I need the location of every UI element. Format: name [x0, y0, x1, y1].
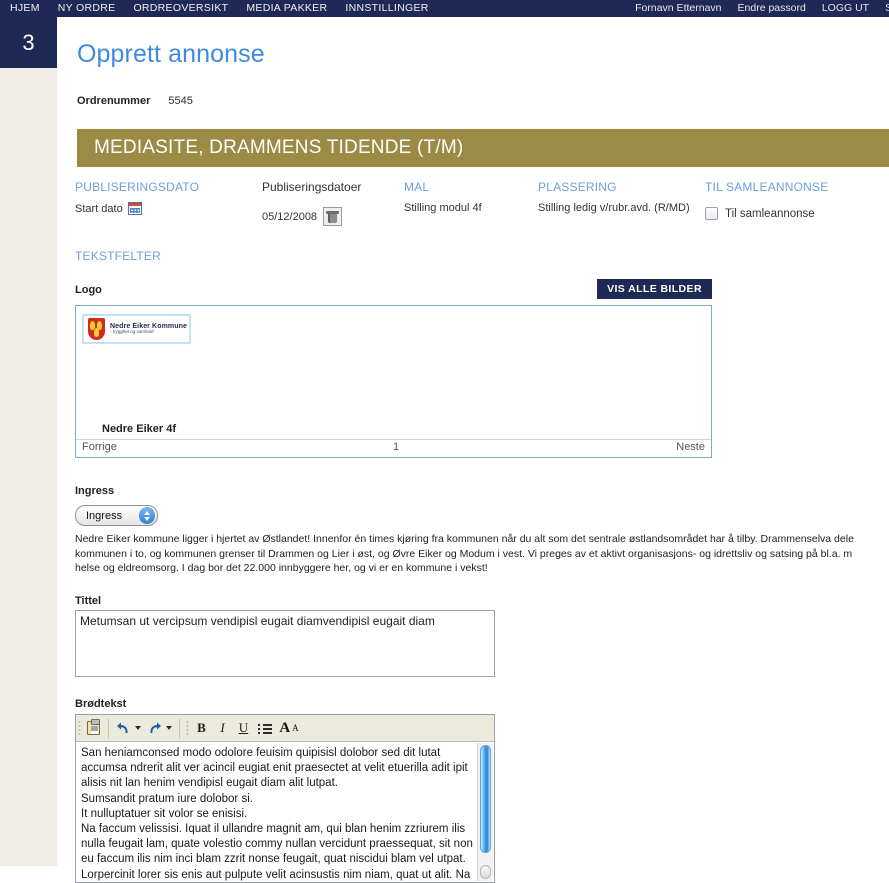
editor-toolbar: B I U AA — [76, 715, 494, 742]
step-number-badge: 3 — [22, 29, 35, 55]
calendar-icon[interactable] — [127, 202, 142, 215]
font-size-icon[interactable]: AA — [275, 718, 303, 739]
logo-label: Logo — [75, 284, 102, 296]
publiseringsdato-entry: 05/12/2008 — [262, 207, 343, 226]
italic-icon[interactable]: I — [212, 718, 233, 739]
plassering-value: Stilling ledig v/rubr.avd. (R/MD) — [538, 202, 690, 214]
meta-col-publiseringsdato: PUBLISERINGSDATO Start dato — [75, 180, 199, 215]
nav-ordreoversikt[interactable]: ORDREOVERSIKT — [124, 0, 237, 17]
mediasite-banner-text: MEDIASITE, DRAMMENS TIDENDE (T/M) — [94, 137, 464, 158]
meta-col-plassering: PLASSERING Stilling ledig v/rubr.avd. (R… — [538, 180, 690, 214]
order-number-label: Ordrenummer — [77, 95, 151, 107]
top-navigation-bar: HJEM NY ORDRE ORDREOVERSIKT MEDIA PAKKER… — [0, 0, 889, 17]
ingress-select[interactable]: Ingress — [75, 505, 158, 526]
plassering-heading: PLASSERING — [538, 180, 617, 194]
mal-heading: MAL — [404, 180, 430, 194]
samleannonse-heading: TIL SAMLEANNONSE — [705, 180, 829, 194]
page-title: Opprett annonse — [77, 40, 265, 68]
undo-icon[interactable] — [113, 718, 134, 739]
publiseringsdato-heading: PUBLISERINGSDATO — [75, 180, 200, 194]
italic-label: I — [220, 720, 225, 735]
nav-hjem[interactable]: HJEM — [0, 0, 49, 17]
logo-next-link[interactable]: Neste — [676, 441, 705, 453]
nav-overflow-item[interactable]: SI — [877, 0, 889, 17]
bullet-list-icon[interactable] — [254, 718, 275, 739]
font-size-big-label: A — [279, 719, 291, 736]
chevron-updown-icon[interactable] — [139, 507, 155, 524]
order-meta-row: PUBLISERINGSDATO Start dato Publiserings… — [75, 180, 887, 238]
logo-prev-link[interactable]: Forrige — [82, 441, 117, 453]
logo-thumbnail-line2: - trygghet og samhold — [110, 329, 154, 335]
brodtekst-body-text[interactable]: San heniamconsed modo odolore feuisim qu… — [76, 743, 494, 882]
vis-alle-bilder-button[interactable]: VIS ALLE BILDER — [597, 279, 712, 299]
underline-icon[interactable]: U — [233, 718, 254, 739]
nav-ny-ordre[interactable]: NY ORDRE — [49, 0, 125, 17]
editor-scroll-down-button[interactable] — [480, 865, 491, 879]
change-password-link[interactable]: Endre passord — [730, 0, 814, 17]
editor-scrollbar-thumb[interactable] — [480, 745, 491, 853]
logo-caption: Nedre Eiker 4f — [102, 423, 176, 435]
bold-label: B — [197, 720, 206, 735]
tittel-input[interactable] — [75, 610, 495, 677]
font-size-small-label: A — [292, 722, 299, 733]
nav-innstillinger[interactable]: INNSTILLINGER — [336, 0, 437, 17]
publiseringsdato-value: 05/12/2008 — [262, 210, 318, 223]
brodtekst-editor: B I U AA San heniamconsed modo odolore f… — [75, 714, 495, 883]
top-nav-right-group: Fornavn Etternavn Endre passord LOGG UT … — [627, 0, 889, 17]
bold-icon[interactable]: B — [191, 718, 212, 739]
main-content: Opprett annonse Ordrenummer 5545 MEDIASIT… — [57, 17, 889, 883]
tittel-label: Tittel — [75, 595, 102, 607]
meta-col-publiseringsdatoer: Publiseringsdatoer 05/12/2008 — [262, 180, 362, 226]
tekstfelter-heading: TEKSTFELTER — [75, 249, 161, 263]
mediasite-banner: MEDIASITE, DRAMMENS TIDENDE (T/M) — [77, 129, 889, 167]
logo-page-number: 1 — [393, 441, 400, 453]
ingress-select-value: Ingress — [86, 509, 123, 522]
redo-dropdown-icon[interactable] — [166, 726, 172, 730]
logo-thumbnail[interactable]: Nedre Eiker Kommune - trygghet og samhol… — [82, 314, 191, 344]
brodtekst-label: Brødtekst — [75, 698, 127, 710]
order-number-row: Ordrenummer 5545 — [77, 95, 193, 107]
editor-scrollbar[interactable] — [477, 743, 493, 881]
underline-label: U — [238, 720, 249, 735]
samleannonse-checkbox-row[interactable]: Til samleannonse — [705, 207, 815, 220]
meta-col-mal: MAL Stilling modul 4f — [404, 180, 482, 214]
samleannonse-checkbox-label: Til samleannonse — [725, 207, 815, 220]
toolbar-divider — [108, 718, 109, 738]
mal-value: Stilling modul 4f — [404, 202, 482, 214]
top-nav-left-group: HJEM NY ORDRE ORDREOVERSIKT MEDIA PAKKER… — [0, 0, 438, 17]
logout-link[interactable]: LOGG UT — [814, 0, 877, 17]
toolbar-grip — [78, 719, 81, 737]
toolbar-grip-2 — [186, 719, 189, 737]
start-dato-row: Start dato — [75, 202, 199, 215]
logo-picker-panel: Nedre Eiker Kommune - trygghet og samhol… — [75, 305, 712, 458]
logo-pager: Forrige 1 Neste — [76, 439, 711, 457]
meta-col-samleannonse: TIL SAMLEANNONSE Til samleannonse — [705, 180, 829, 220]
logo-thumbnail-text: Nedre Eiker Kommune - trygghet og samhol… — [110, 323, 187, 335]
toolbar-divider-2 — [179, 718, 180, 738]
ingress-label: Ingress — [75, 485, 115, 497]
left-sidebar — [0, 68, 57, 866]
nav-media-pakker[interactable]: MEDIA PAKKER — [237, 0, 336, 17]
coat-of-arms-icon — [88, 318, 105, 340]
ingress-body-text: Nedre Eiker kommune ligger i hjertet av … — [75, 533, 854, 574]
trash-icon[interactable] — [323, 207, 343, 226]
start-dato-label: Start dato — [75, 203, 123, 215]
order-number-value: 5545 — [168, 95, 193, 107]
publiseringsdatoer-heading: Publiseringsdatoer — [262, 180, 362, 194]
undo-dropdown-icon[interactable] — [135, 726, 141, 730]
user-name-label: Fornavn Etternavn — [635, 2, 722, 14]
redo-icon[interactable] — [144, 718, 165, 739]
samleannonse-checkbox[interactable] — [705, 207, 718, 220]
paste-icon[interactable] — [83, 718, 104, 739]
